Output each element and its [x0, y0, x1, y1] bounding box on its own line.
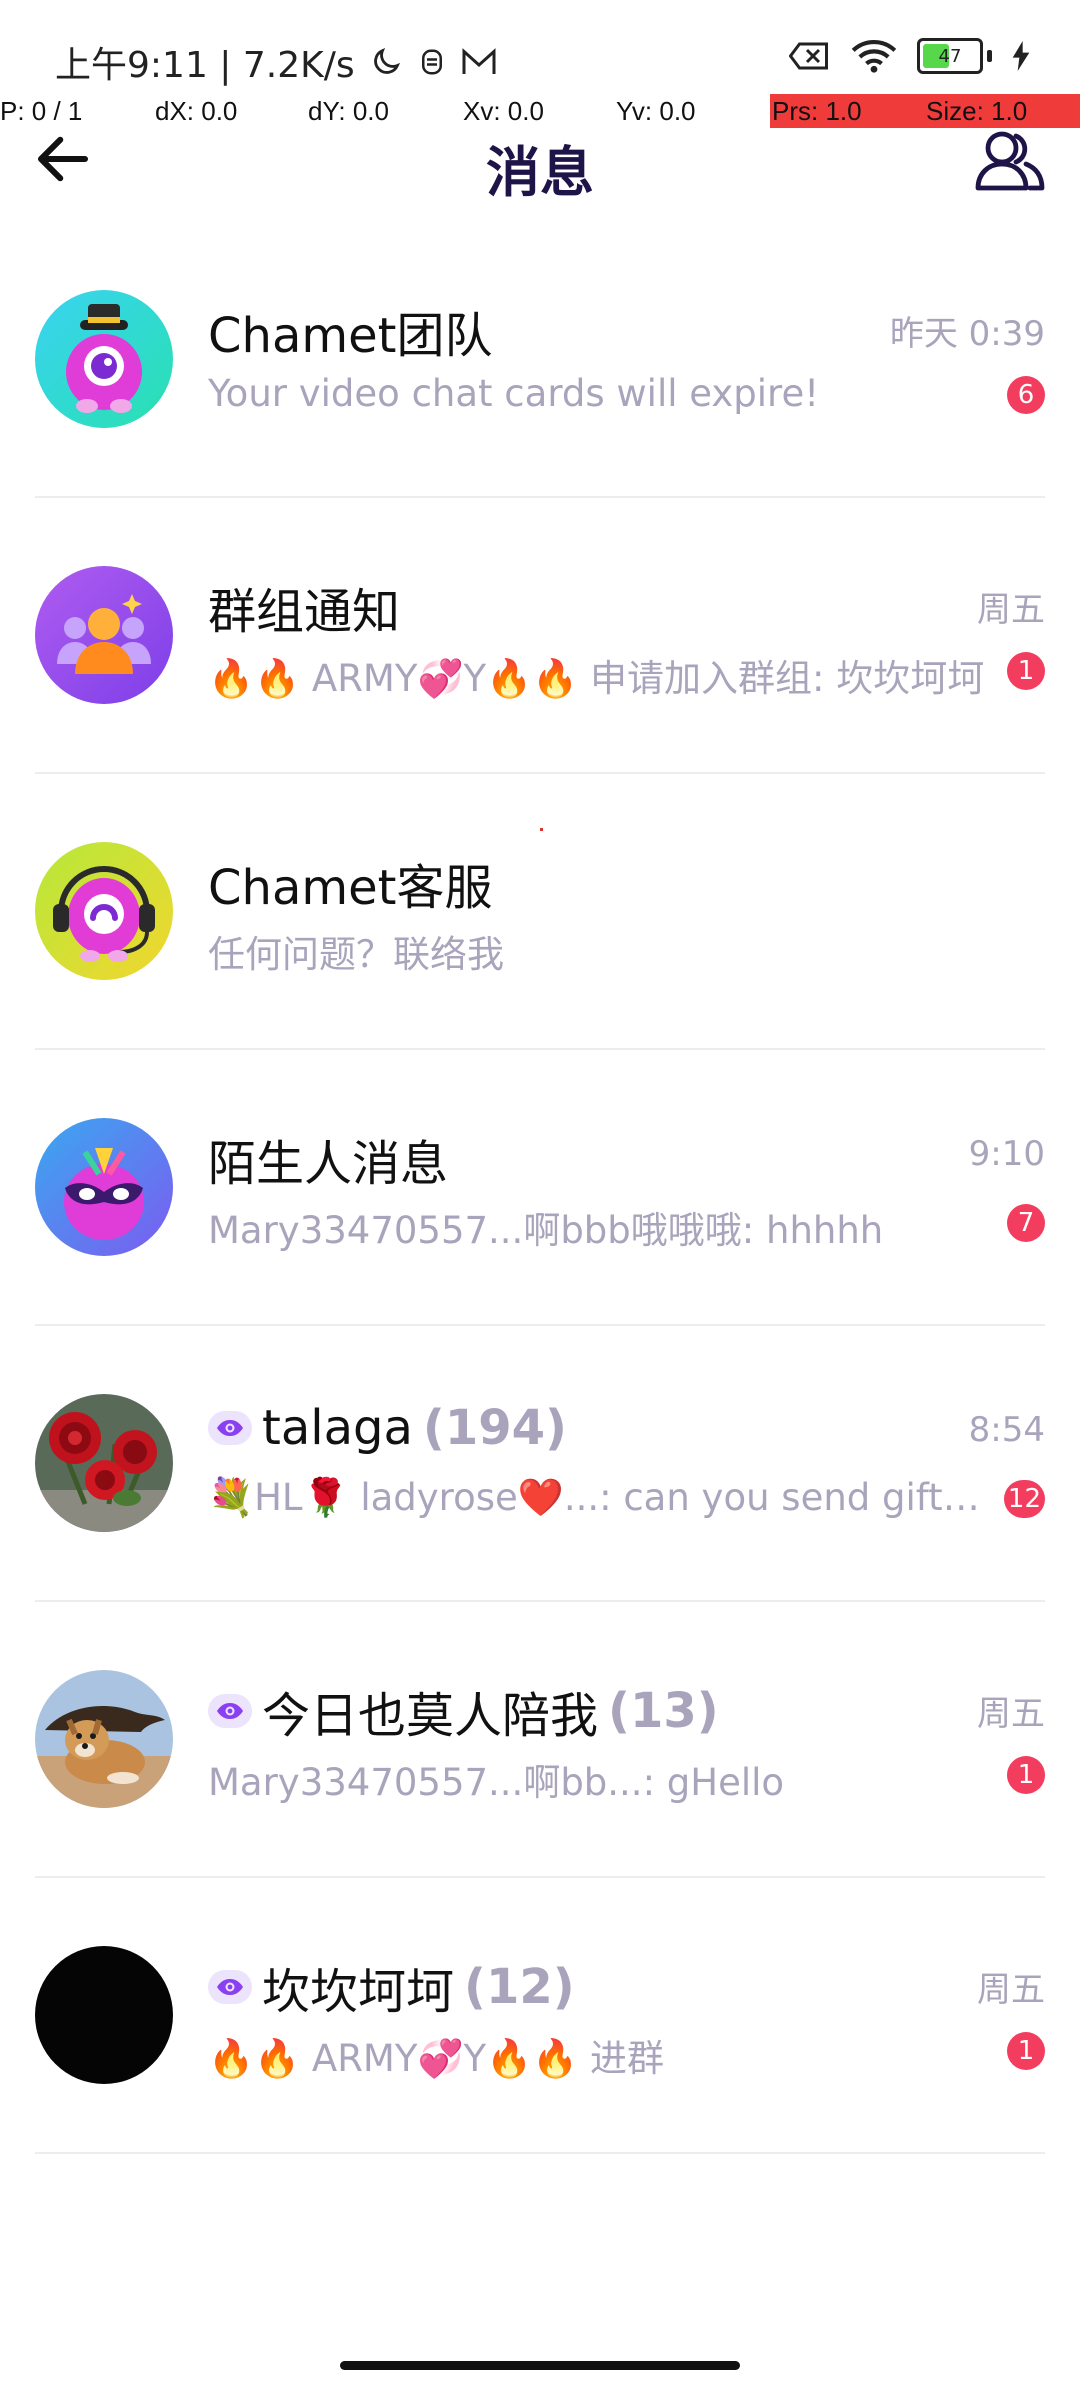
- conversation-name: talaga (194): [208, 1400, 567, 1456]
- conversation-item-group-kankan[interactable]: 坎坎坷坷 (12) 周五 🔥🔥 ARMY💞Y🔥🔥 进群 1: [0, 1878, 1080, 2154]
- mail-icon: [462, 48, 496, 74]
- unread-badge: 12: [1003, 1480, 1045, 1518]
- status-time: 上午9:11 | 7.2K/s: [55, 45, 355, 86]
- conversation-preview: Your video chat cards will expire!: [208, 372, 820, 415]
- conversation-preview: Mary33470557...啊bb...: gHello: [208, 1761, 785, 1804]
- unread-badge: 1: [1007, 2032, 1045, 2070]
- conversation-name-text: 陌生人消息: [208, 1136, 449, 1192]
- conversation-item-group-talaga[interactable]: talaga (194) 8:54 💐HL🌹 ladyrose❤️...: ca…: [0, 1326, 1080, 1602]
- conversation-name: Chamet客服: [208, 848, 492, 918]
- conversation-name: 陌生人消息: [208, 1124, 448, 1194]
- conversation-preview: 🔥🔥 ARMY💞Y🔥🔥 进群: [208, 2037, 665, 2080]
- conversation-list: Chamet团队 昨天 0:39 Your video chat cards w…: [0, 222, 1080, 2154]
- conversation-time: 周五: [977, 590, 1045, 630]
- contacts-icon: [975, 131, 1045, 191]
- conversation-item-group-today-alone[interactable]: 今日也莫人陪我 (13) 周五 Mary33470557...啊bb...: g…: [0, 1602, 1080, 1878]
- member-count: (194): [422, 1400, 567, 1456]
- unread-badge: 1: [1007, 1756, 1045, 1794]
- conversation-time: 周五: [977, 1694, 1045, 1734]
- mascot-mask-icon: [35, 1118, 173, 1256]
- home-indicator[interactable]: [340, 2361, 740, 2370]
- battery-cap: [987, 50, 992, 62]
- conversation-item-customer-service[interactable]: Chamet客服 任何问题？联络我: [0, 774, 1080, 1050]
- conversation-time: 9:10: [968, 1134, 1045, 1174]
- notification-app-icon: [421, 49, 442, 75]
- page-title: 消息: [486, 141, 594, 204]
- conversation-time: 周五: [977, 1970, 1045, 2010]
- charging-bolt-icon: [1012, 41, 1030, 71]
- contacts-button[interactable]: [970, 120, 1050, 200]
- battery-icon: 47: [917, 38, 983, 74]
- mascot-hat-icon: [35, 290, 173, 428]
- conversation-name: 群组通知: [208, 572, 400, 642]
- conversation-name: 今日也莫人陪我 (13): [208, 1676, 719, 1746]
- conversation-name: 坎坎坷坷 (12): [208, 1952, 575, 2022]
- eye-icon: [208, 1694, 252, 1728]
- conversation-time: 8:54: [968, 1410, 1045, 1450]
- conversation-time: 昨天 0:39: [889, 314, 1045, 354]
- conversation-name-text: 群组通知: [208, 584, 401, 640]
- member-count: (12): [464, 1959, 575, 2015]
- group-people-icon: [35, 566, 173, 704]
- conversation-preview: 💐HL🌹 ladyrose❤️...: can you send gift to…: [208, 1476, 988, 1519]
- app-header: 消息: [0, 120, 1080, 204]
- status-left: 上午9:11 | 7.2K/s: [55, 36, 497, 88]
- conversation-preview: 🔥🔥 ARMY💞Y🔥🔥 申请加入群组: 坎坎坷坷: [208, 657, 985, 700]
- eye-icon: [208, 1970, 252, 2004]
- member-count: (13): [608, 1683, 719, 1739]
- conversation-name-text: Chamet团队: [208, 308, 493, 364]
- unread-badge: 7: [1007, 1204, 1045, 1242]
- conversation-item-group-notifications[interactable]: 群组通知 周五 🔥🔥 ARMY💞Y🔥🔥 申请加入群组: 坎坎坷坷 1: [0, 498, 1080, 774]
- unread-badge: 1: [1007, 652, 1045, 690]
- mascot-headset-icon: [35, 842, 173, 980]
- conversation-preview: Mary33470557...啊bbb哦哦哦: hhhhh: [208, 1209, 884, 1252]
- eye-icon: [208, 1411, 252, 1445]
- conversation-name: Chamet团队: [208, 296, 492, 366]
- wifi-icon: [851, 40, 897, 73]
- rose-photo: [35, 1394, 173, 1532]
- conversation-name-text: Chamet客服: [208, 860, 493, 916]
- conversation-item-stranger-messages[interactable]: 陌生人消息 9:10 Mary33470557...啊bbb哦哦哦: hhhhh…: [0, 1050, 1080, 1326]
- no-sim-icon: [789, 42, 828, 70]
- conversation-name-text: 坎坎坷坷: [262, 1964, 455, 2020]
- battery-level: 47: [938, 45, 962, 67]
- dog-photo: [35, 1670, 173, 1808]
- status-bar: 上午9:11 | 7.2K/s 47: [0, 0, 1080, 100]
- conversation-preview: 任何问题？联络我: [208, 933, 504, 976]
- conversation-item-chamet-team[interactable]: Chamet团队 昨天 0:39 Your video chat cards w…: [0, 222, 1080, 498]
- black-circle-avatar: [35, 1946, 173, 2084]
- divider: [35, 2152, 1045, 2154]
- unread-badge: 6: [1007, 376, 1045, 414]
- moon-icon: [373, 47, 400, 74]
- conversation-name-text: talaga: [262, 1400, 413, 1456]
- status-right: 47: [789, 38, 1030, 74]
- conversation-name-text: 今日也莫人陪我: [262, 1688, 599, 1744]
